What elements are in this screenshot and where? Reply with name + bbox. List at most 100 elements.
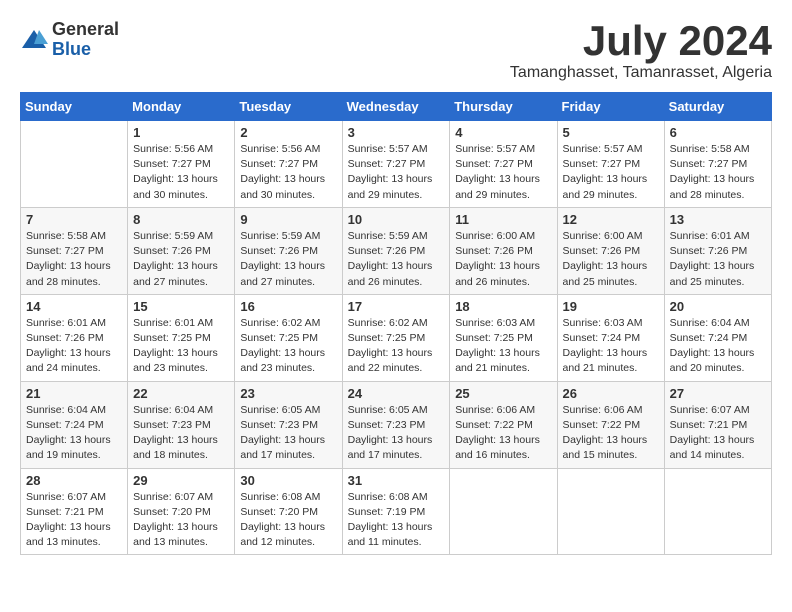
- day-number: 1: [133, 125, 229, 140]
- day-info: Sunrise: 6:00 AM Sunset: 7:26 PM Dayligh…: [455, 229, 551, 290]
- day-cell: [664, 468, 771, 555]
- day-cell: 30 Sunrise: 6:08 AM Sunset: 7:20 PM Dayli…: [235, 468, 342, 555]
- day-number: 2: [240, 125, 336, 140]
- day-cell: 10 Sunrise: 5:59 AM Sunset: 7:26 PM Dayli…: [342, 207, 450, 294]
- day-info: Sunrise: 6:00 AM Sunset: 7:26 PM Dayligh…: [563, 229, 659, 290]
- day-info: Sunrise: 6:02 AM Sunset: 7:25 PM Dayligh…: [240, 316, 336, 377]
- header-wednesday: Wednesday: [342, 93, 450, 121]
- day-number: 13: [670, 212, 766, 227]
- day-number: 3: [348, 125, 445, 140]
- header-friday: Friday: [557, 93, 664, 121]
- day-number: 16: [240, 299, 336, 314]
- day-cell: 29Sunrise: 6:07 AM Sunset: 7:20 PM Dayli…: [128, 468, 235, 555]
- day-info: Sunrise: 6:01 AM Sunset: 7:26 PM Dayligh…: [670, 229, 766, 290]
- day-cell: 23 Sunrise: 6:05 AM Sunset: 7:23 PM Dayli…: [235, 381, 342, 468]
- day-number: 19: [563, 299, 659, 314]
- day-number: 11: [455, 212, 551, 227]
- header-tuesday: Tuesday: [235, 93, 342, 121]
- day-info: Sunrise: 5:59 AM Sunset: 7:26 PM Dayligh…: [133, 229, 229, 290]
- logo: General Blue: [20, 20, 119, 60]
- day-number: 8: [133, 212, 229, 227]
- day-cell: 16 Sunrise: 6:02 AM Sunset: 7:25 PM Dayli…: [235, 294, 342, 381]
- day-info: Sunrise: 6:04 AM Sunset: 7:23 PM Dayligh…: [133, 403, 229, 464]
- header-monday: Monday: [128, 93, 235, 121]
- day-number: 10: [348, 212, 445, 227]
- day-cell: 26 Sunrise: 6:06 AM Sunset: 7:22 PM Dayli…: [557, 381, 664, 468]
- day-info: Sunrise: 5:57 AM Sunset: 7:27 PM Dayligh…: [455, 142, 551, 203]
- day-info: Sunrise: 5:58 AM Sunset: 7:27 PM Dayligh…: [670, 142, 766, 203]
- day-number: 26: [563, 386, 659, 401]
- day-number: 28: [26, 473, 122, 488]
- day-info: Sunrise: 6:03 AM Sunset: 7:25 PM Dayligh…: [455, 316, 551, 377]
- day-number: 14: [26, 299, 122, 314]
- day-info: Sunrise: 6:01 AM Sunset: 7:26 PM Dayligh…: [26, 316, 122, 377]
- day-number: 30: [240, 473, 336, 488]
- day-number: 18: [455, 299, 551, 314]
- day-cell: 17 Sunrise: 6:02 AM Sunset: 7:25 PM Dayli…: [342, 294, 450, 381]
- day-number: 9: [240, 212, 336, 227]
- day-cell: [21, 121, 128, 208]
- header-thursday: Thursday: [450, 93, 557, 121]
- day-cell: 7Sunrise: 5:58 AM Sunset: 7:27 PM Daylig…: [21, 207, 128, 294]
- day-number: 4: [455, 125, 551, 140]
- day-info: Sunrise: 6:06 AM Sunset: 7:22 PM Dayligh…: [455, 403, 551, 464]
- day-number: 21: [26, 386, 122, 401]
- day-info: Sunrise: 6:08 AM Sunset: 7:20 PM Dayligh…: [240, 490, 336, 551]
- week-row-4: 21 Sunrise: 6:04 AM Sunset: 7:24 PM Dayli…: [21, 381, 772, 468]
- week-row-2: 7Sunrise: 5:58 AM Sunset: 7:27 PM Daylig…: [21, 207, 772, 294]
- day-cell: 27 Sunrise: 6:07 AM Sunset: 7:21 PM Dayli…: [664, 381, 771, 468]
- calendar-table: SundayMondayTuesdayWednesdayThursdayFrid…: [20, 92, 772, 555]
- day-info: Sunrise: 6:04 AM Sunset: 7:24 PM Dayligh…: [26, 403, 122, 464]
- day-cell: 13 Sunrise: 6:01 AM Sunset: 7:26 PM Dayli…: [664, 207, 771, 294]
- day-info: Sunrise: 5:57 AM Sunset: 7:27 PM Dayligh…: [563, 142, 659, 203]
- week-row-3: 14 Sunrise: 6:01 AM Sunset: 7:26 PM Dayli…: [21, 294, 772, 381]
- logo-general: General: [52, 20, 119, 40]
- week-row-1: 1 Sunrise: 5:56 AM Sunset: 7:27 PM Daylig…: [21, 121, 772, 208]
- logo-icon: [20, 26, 48, 54]
- day-cell: 8 Sunrise: 5:59 AM Sunset: 7:26 PM Daylig…: [128, 207, 235, 294]
- day-cell: 28 Sunrise: 6:07 AM Sunset: 7:21 PM Dayli…: [21, 468, 128, 555]
- day-cell: 14 Sunrise: 6:01 AM Sunset: 7:26 PM Dayli…: [21, 294, 128, 381]
- header-sunday: Sunday: [21, 93, 128, 121]
- title-section: July 2024 Tamanghasset, Tamanrasset, Alg…: [510, 20, 772, 82]
- day-number: 24: [348, 386, 445, 401]
- day-cell: 21 Sunrise: 6:04 AM Sunset: 7:24 PM Dayli…: [21, 381, 128, 468]
- day-cell: 9 Sunrise: 5:59 AM Sunset: 7:26 PM Daylig…: [235, 207, 342, 294]
- day-number: 25: [455, 386, 551, 401]
- day-number: 27: [670, 386, 766, 401]
- day-cell: 11 Sunrise: 6:00 AM Sunset: 7:26 PM Dayli…: [450, 207, 557, 294]
- day-info: Sunrise: 6:02 AM Sunset: 7:25 PM Dayligh…: [348, 316, 445, 377]
- day-cell: 12Sunrise: 6:00 AM Sunset: 7:26 PM Dayli…: [557, 207, 664, 294]
- day-cell: 6 Sunrise: 5:58 AM Sunset: 7:27 PM Daylig…: [664, 121, 771, 208]
- day-info: Sunrise: 6:06 AM Sunset: 7:22 PM Dayligh…: [563, 403, 659, 464]
- day-number: 22: [133, 386, 229, 401]
- page-header: General Blue July 2024 Tamanghasset, Tam…: [20, 20, 772, 82]
- day-cell: 4 Sunrise: 5:57 AM Sunset: 7:27 PM Daylig…: [450, 121, 557, 208]
- day-cell: 18 Sunrise: 6:03 AM Sunset: 7:25 PM Dayli…: [450, 294, 557, 381]
- day-cell: 15Sunrise: 6:01 AM Sunset: 7:25 PM Dayli…: [128, 294, 235, 381]
- day-info: Sunrise: 6:05 AM Sunset: 7:23 PM Dayligh…: [348, 403, 445, 464]
- week-row-5: 28 Sunrise: 6:07 AM Sunset: 7:21 PM Dayli…: [21, 468, 772, 555]
- day-number: 6: [670, 125, 766, 140]
- day-number: 5: [563, 125, 659, 140]
- day-info: Sunrise: 5:56 AM Sunset: 7:27 PM Dayligh…: [133, 142, 229, 203]
- day-info: Sunrise: 6:08 AM Sunset: 7:19 PM Dayligh…: [348, 490, 445, 551]
- day-info: Sunrise: 6:07 AM Sunset: 7:21 PM Dayligh…: [670, 403, 766, 464]
- day-info: Sunrise: 5:58 AM Sunset: 7:27 PM Dayligh…: [26, 229, 122, 290]
- day-cell: [557, 468, 664, 555]
- day-info: Sunrise: 5:59 AM Sunset: 7:26 PM Dayligh…: [348, 229, 445, 290]
- day-number: 23: [240, 386, 336, 401]
- day-info: Sunrise: 6:05 AM Sunset: 7:23 PM Dayligh…: [240, 403, 336, 464]
- day-cell: 20 Sunrise: 6:04 AM Sunset: 7:24 PM Dayli…: [664, 294, 771, 381]
- day-cell: 19Sunrise: 6:03 AM Sunset: 7:24 PM Dayli…: [557, 294, 664, 381]
- day-info: Sunrise: 6:07 AM Sunset: 7:21 PM Dayligh…: [26, 490, 122, 551]
- day-number: 20: [670, 299, 766, 314]
- day-cell: 31Sunrise: 6:08 AM Sunset: 7:19 PM Dayli…: [342, 468, 450, 555]
- header-row: SundayMondayTuesdayWednesdayThursdayFrid…: [21, 93, 772, 121]
- day-cell: 24 Sunrise: 6:05 AM Sunset: 7:23 PM Dayli…: [342, 381, 450, 468]
- day-number: 15: [133, 299, 229, 314]
- day-cell: 25 Sunrise: 6:06 AM Sunset: 7:22 PM Dayli…: [450, 381, 557, 468]
- day-number: 17: [348, 299, 445, 314]
- day-info: Sunrise: 6:04 AM Sunset: 7:24 PM Dayligh…: [670, 316, 766, 377]
- day-info: Sunrise: 5:59 AM Sunset: 7:26 PM Dayligh…: [240, 229, 336, 290]
